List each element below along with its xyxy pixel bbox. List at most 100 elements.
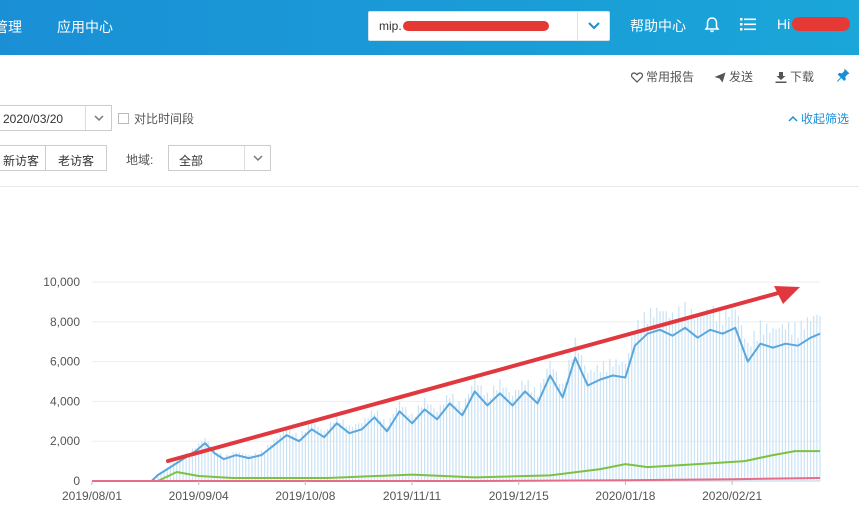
daily-bar — [813, 315, 815, 481]
daily-bar — [430, 404, 432, 481]
daily-bar — [693, 319, 696, 481]
old-visitor-label: 老访客 — [57, 154, 94, 168]
collapse-filters-link[interactable]: 收起筛选 — [788, 110, 849, 127]
help-center-link[interactable]: 帮助中心 — [630, 16, 686, 36]
daily-bar — [584, 365, 586, 481]
daily-bar — [263, 450, 266, 481]
y-tick-label: 10,000 — [43, 275, 80, 289]
y-tick-label: 8,000 — [50, 315, 80, 329]
daily-bar — [323, 430, 325, 481]
daily-bar — [386, 426, 388, 481]
daily-bar — [502, 387, 504, 481]
list-menu-icon[interactable] — [740, 17, 756, 32]
daily-bar — [665, 311, 667, 481]
compare-period-label: 对比时间段 — [134, 112, 195, 126]
daily-bar — [483, 395, 485, 481]
redaction-mark — [403, 21, 549, 31]
send-button[interactable]: 发送 — [714, 68, 753, 85]
daily-bar — [803, 329, 805, 481]
date-range-dropdown-button[interactable] — [85, 106, 111, 130]
compare-period-option[interactable]: 对比时间段 — [118, 110, 194, 127]
daily-bar — [414, 416, 416, 481]
nav-item-management[interactable]: 管理 — [0, 17, 22, 37]
daily-bar — [311, 423, 313, 481]
daily-bar — [235, 452, 237, 481]
daily-bar — [270, 444, 272, 481]
old-visitor-button[interactable]: 老访客 — [45, 145, 107, 171]
daily-bar — [511, 395, 514, 481]
daily-bar — [788, 321, 790, 481]
daily-bar — [781, 324, 783, 481]
daily-bar — [656, 307, 658, 481]
daily-bar — [455, 404, 457, 481]
site-selector-dropdown-button[interactable] — [577, 12, 609, 40]
daily-bar — [524, 384, 526, 481]
region-dropdown-button[interactable] — [244, 146, 270, 170]
new-visitor-button[interactable]: 新访客 — [0, 145, 46, 171]
daily-bar — [304, 431, 306, 481]
daily-bar — [634, 332, 636, 481]
daily-bar — [806, 317, 809, 481]
daily-bar — [351, 426, 354, 481]
daily-bar — [703, 315, 705, 481]
daily-bar — [762, 334, 765, 481]
daily-bar — [778, 328, 780, 481]
site-selector[interactable]: mip. — [368, 11, 610, 41]
daily-bar — [552, 369, 554, 481]
daily-bar — [769, 332, 771, 481]
common-reports-label: 常用报告 — [646, 70, 695, 84]
compare-period-checkbox[interactable] — [118, 113, 129, 124]
common-reports-button[interactable]: 常用报告 — [630, 68, 695, 85]
heart-icon — [630, 72, 644, 83]
daily-bar — [791, 334, 793, 481]
x-tick-label: 2019/12/15 — [489, 489, 549, 503]
user-greeting[interactable]: Hi — [777, 16, 790, 32]
redaction-mark — [792, 17, 850, 31]
daily-bar — [433, 408, 435, 481]
daily-bar — [728, 316, 730, 481]
daily-bar — [816, 314, 818, 481]
daily-bar — [402, 407, 404, 481]
daily-bar — [715, 321, 718, 481]
daily-bar — [518, 390, 520, 481]
x-tick-label: 2019/11/11 — [383, 489, 442, 503]
daily-bar — [182, 457, 184, 481]
daily-bar — [809, 321, 812, 481]
bell-icon[interactable] — [704, 16, 720, 34]
daily-bar — [709, 314, 711, 481]
daily-bar — [756, 340, 758, 481]
daily-bar — [543, 378, 545, 481]
new-visitor-label: 新访客 — [2, 154, 39, 168]
x-tick-label: 2019/09/04 — [169, 489, 229, 503]
daily-bar — [467, 394, 470, 481]
daily-bar — [326, 428, 328, 481]
daily-bar — [599, 371, 601, 481]
date-range-selector[interactable]: 2020/03/20 — [0, 105, 112, 131]
download-button[interactable]: 下载 — [775, 68, 814, 85]
daily-bar — [358, 423, 360, 481]
daily-bar — [784, 329, 787, 481]
collapse-filters-label: 收起筛选 — [801, 112, 850, 126]
daily-bar — [819, 316, 821, 481]
daily-bar — [587, 372, 589, 481]
daily-bar — [508, 392, 510, 481]
chevron-down-icon — [588, 22, 600, 30]
chevron-up-icon — [788, 115, 798, 122]
daily-bar — [292, 434, 294, 481]
chevron-down-icon — [253, 155, 263, 162]
daily-bar — [320, 429, 322, 481]
x-tick-label: 2020/02/21 — [702, 489, 762, 503]
nav-item-app-center[interactable]: 应用中心 — [57, 17, 113, 37]
daily-bar — [345, 426, 347, 481]
region-selector[interactable]: 全部 — [168, 145, 271, 171]
daily-bar — [772, 327, 774, 481]
daily-bar — [615, 359, 617, 481]
daily-bar — [697, 316, 699, 481]
site-selector-value: mip. — [379, 19, 402, 33]
send-icon — [714, 72, 726, 83]
y-tick-label: 4,000 — [50, 394, 80, 408]
daily-bar — [420, 407, 423, 481]
daily-bar — [612, 366, 614, 481]
daily-bar — [590, 369, 592, 481]
pin-icon[interactable] — [836, 68, 850, 82]
